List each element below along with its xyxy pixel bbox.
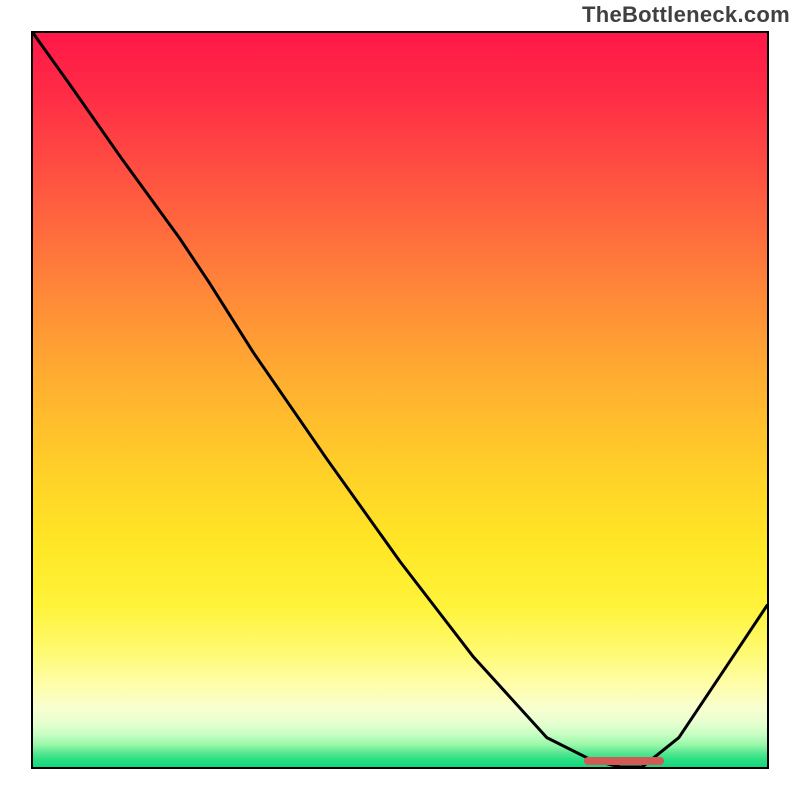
optimal-zone-marker (584, 757, 665, 765)
bottleneck-curve (33, 33, 767, 767)
plot-area (31, 31, 769, 769)
chart-frame: TheBottleneck.com (0, 0, 800, 800)
watermark-text: TheBottleneck.com (582, 2, 790, 28)
